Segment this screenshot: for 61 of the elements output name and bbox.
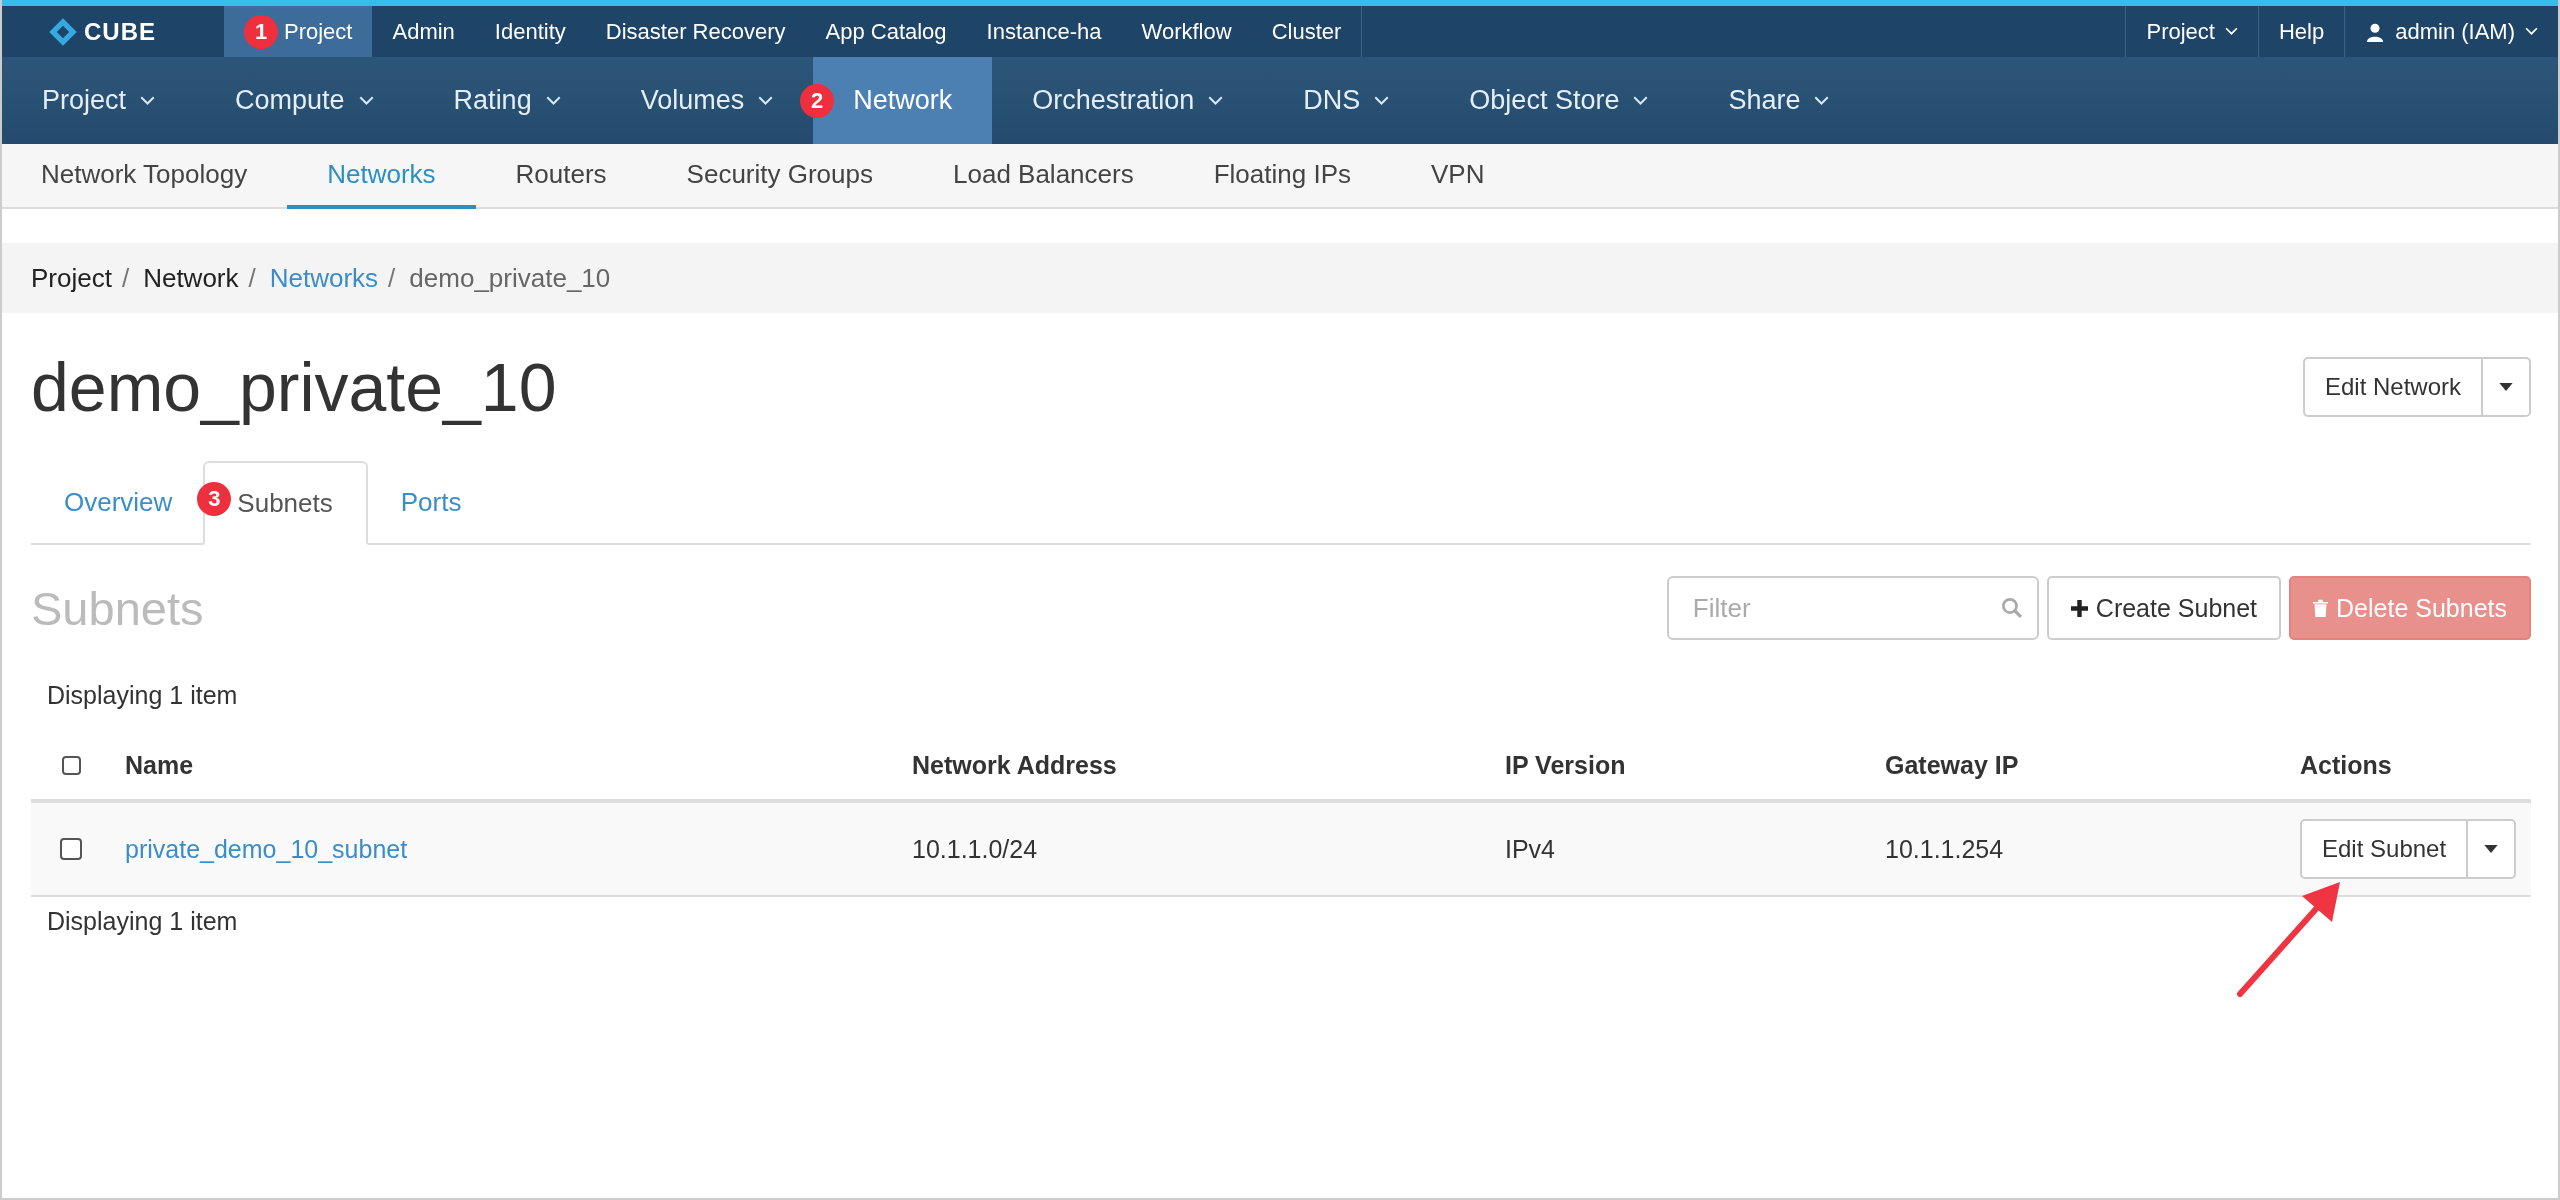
top-nav-item[interactable]: Disaster Recovery [585,6,806,57]
breadcrumb-item: Project [31,262,112,294]
logo-text: CUBE [84,17,156,46]
sub-nav-tab[interactable]: VPN [1391,144,1525,209]
breadcrumb-separator: / [248,262,256,294]
dropdown-toggle[interactable] [2483,357,2531,417]
main-nav-item[interactable]: Orchestration [992,57,1264,144]
column-header: Actions [2300,750,2392,780]
step-badge: 1 [244,14,278,49]
dropdown-toggle[interactable] [2468,819,2517,879]
table-cell: 10.1.1.0/24 [912,834,1038,864]
sub-nav-tab[interactable]: Routers [475,144,647,209]
create-button[interactable]: Create Subnet [2046,576,2282,640]
top-nav-item[interactable]: Workflow [1121,6,1252,57]
plus-icon [2070,599,2088,617]
page-title: demo_private_10 [31,348,557,426]
step-badge: 3 [197,482,232,516]
breadcrumb-current: demo_private_10 [409,262,611,294]
column-header: IP Version [1505,750,1626,780]
trash-icon [2313,599,2329,617]
top-nav-item[interactable]: Instance-ha [966,6,1122,57]
table-cell: 10.1.1.254 [1885,834,2004,864]
column-header: Network Address [912,750,1117,780]
sub-nav-tab[interactable]: Network Topology [2,144,288,209]
column-header: Name [125,750,194,780]
row-checkbox[interactable] [60,838,82,860]
caret-icon [2499,383,2513,391]
chevron-down-icon [2224,27,2238,36]
table-cell: IPv4 [1505,834,1556,864]
breadcrumb-separator: / [388,262,396,294]
breadcrumb-item: Network [143,262,239,294]
item-count: Displaying 1 item [46,905,239,937]
main-nav-item[interactable]: Object Store [1429,57,1689,144]
sub-nav-tab[interactable]: Load Balancers [913,144,1174,209]
edit-network-button[interactable]: Edit Network [2302,357,2483,417]
select-all-checkbox[interactable] [61,755,81,775]
item-count: Displaying 1 item [46,679,239,711]
breadcrumb-separator: / [121,262,130,294]
section-title: Subnets [31,580,204,636]
main-nav-item[interactable]: Project [2,57,196,144]
search-icon [2000,597,2023,619]
top-nav-item[interactable]: App Catalog [805,6,967,57]
edit-subnet-button[interactable]: Edit Subnet [2300,819,2469,879]
top-nav-item[interactable]: Identity [474,6,586,57]
filter-field[interactable]: Filter [1666,576,2039,640]
sub-nav-tab[interactable]: Floating IPs [1173,144,1391,209]
column-header: Gateway IP [1885,750,2019,780]
sub-nav-tab[interactable]: Security Groups [646,144,913,209]
top-nav-item[interactable]: 1 Project [224,6,373,57]
page-tab[interactable]: Ports [367,461,495,543]
step-badge: 2 [800,83,835,118]
caret-icon [2484,845,2499,853]
main-nav-item[interactable]: Compute [195,57,414,144]
diamond-logo-icon [48,16,78,47]
user-icon [2365,21,2386,42]
top-nav-item[interactable]: Cluster [1251,6,1362,57]
main-nav-item[interactable]: Share [1688,57,1870,144]
main-nav-item[interactable]: Rating [413,57,601,144]
top-nav-item[interactable]: Admin [372,6,475,57]
main-nav-item[interactable]: DNS [1263,57,1430,144]
chevron-down-icon [2525,27,2538,36]
